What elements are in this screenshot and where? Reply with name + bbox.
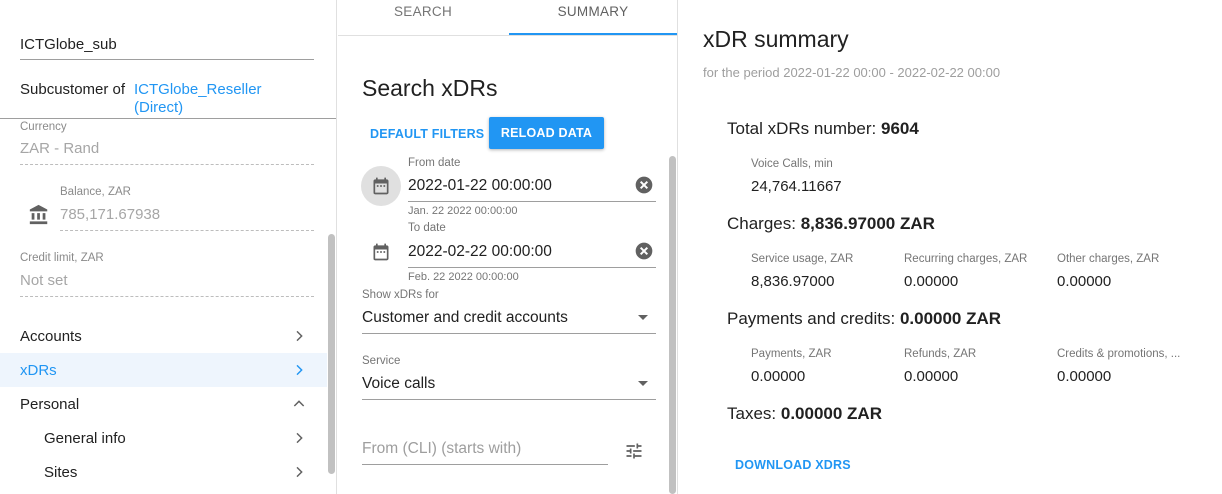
credit-limit-label: Credit limit, ZAR [20,252,104,264]
credit-limit-underline [20,296,314,297]
sidebar-item-accounts[interactable]: Accounts [0,319,327,353]
payments-credits-value: 0.00000 ZAR [899,309,1002,328]
balance-label: Balance, ZAR [60,186,131,198]
sidebar-item-general-info[interactable]: General info [0,421,327,455]
service-underline [362,399,656,400]
currency-underline [20,164,314,165]
credits-promotions-value: 0.00000 [1057,368,1112,385]
from-date-input[interactable]: 2022-01-22 00:00:00 [408,177,552,195]
show-xdrs-for-underline [362,333,656,334]
payments-credits-label: Payments and credits: [727,309,896,328]
dropdown-arrow-icon[interactable] [638,315,648,320]
balance-underline [60,230,314,231]
service-usage-value: 8,836.97000 [751,273,835,290]
sidebar-item-label: Accounts [20,327,82,345]
charges-label: Charges: [727,214,796,233]
dropdown-arrow-icon[interactable] [638,381,648,386]
currency-label: Currency [20,121,67,133]
payments-value: 0.00000 [751,368,806,385]
chevron-right-icon [296,364,303,376]
other-charges-label: Other charges, ZAR [1057,253,1160,265]
recurring-charges-value: 0.00000 [904,273,959,290]
to-date-underline [408,267,656,268]
sidebar-item-label: xDRs [20,361,57,379]
calendar-icon[interactable] [371,242,391,262]
default-filters-button[interactable]: DEFAULT FILTERS [362,119,492,149]
bank-icon [29,204,48,225]
tab-summary[interactable]: SUMMARY [508,0,677,36]
credits-promotions-label: Credits & promotions, ... [1057,348,1181,360]
service-select[interactable]: Voice calls [362,375,435,393]
to-date-hint: Feb. 22 2022 00:00:00 [408,271,519,283]
chevron-right-icon [296,466,303,478]
cli-filter-input[interactable]: From (CLI) (starts with) [362,440,521,458]
download-xdrs-button[interactable]: DOWNLOAD XDRS [735,458,851,472]
to-date-label: To date [408,222,446,234]
voice-calls-label: Voice Calls, min [751,158,833,170]
search-panel: SEARCH SUMMARY Search xDRs DEFAULT FILTE… [338,0,678,494]
summary-title: xDR summary [703,26,849,52]
currency-value: ZAR - Rand [20,140,100,157]
subcustomer-link[interactable]: ICTGlobe_Reseller (Direct) [134,81,304,117]
divider [0,118,336,119]
tab-bar: SEARCH SUMMARY [338,0,677,36]
total-xdrs-row: Total xDRs number: 9604 [727,119,919,139]
subcustomer-label: Subcustomer of [20,81,126,98]
show-xdrs-for-select[interactable]: Customer and credit accounts [362,309,568,327]
taxes-value: 0.00000 ZAR [780,404,882,423]
summary-period: for the period 2022-01-22 00:00 - 2022-0… [703,65,1001,80]
credit-limit-value: Not set [20,272,68,289]
voice-calls-value: 24,764.11667 [751,178,842,195]
cli-filter-underline [362,464,608,465]
service-label: Service [362,355,401,367]
payments-credits-row: Payments and credits: 0.00000 ZAR [727,309,1001,329]
panel-scrollbar[interactable] [669,156,676,494]
page-title: Search xDRs [362,75,498,101]
tab-indicator [509,33,677,35]
balance-value: 785,171.67938 [60,206,161,223]
sidebar-item-label: Personal [20,395,80,413]
reload-data-button[interactable]: RELOAD DATA [489,117,604,149]
to-date-input[interactable]: 2022-02-22 00:00:00 [408,243,552,261]
summary-panel: xDR summary for the period 2022-01-22 00… [679,0,1222,494]
tab-search[interactable]: SEARCH [338,0,508,36]
sidebar-item-label: General info [44,429,126,447]
sidebar-item-personal[interactable]: Personal [0,387,327,421]
clear-icon[interactable] [634,175,654,195]
chevron-right-icon [296,432,303,444]
taxes-row: Taxes: 0.00000 ZAR [727,404,882,424]
sidebar-scrollbar[interactable] [328,234,335,474]
customer-name-underline [20,59,314,60]
recurring-charges-label: Recurring charges, ZAR [904,253,1028,265]
from-date-label: From date [408,157,461,169]
charges-row: Charges: 8,836.97000 ZAR [727,214,935,234]
from-date-hint: Jan. 22 2022 00:00:00 [408,205,518,217]
tune-icon[interactable] [623,441,645,461]
service-usage-label: Service usage, ZAR [751,253,854,265]
left-sidebar: ICTGlobe_sub Subcustomer of ICTGlobe_Res… [0,0,337,494]
chevron-up-icon [293,400,305,407]
total-xdrs-label: Total xDRs number: [727,119,877,138]
calendar-icon[interactable] [371,176,391,196]
charges-value: 8,836.97000 ZAR [800,214,935,233]
refunds-label: Refunds, ZAR [904,348,977,360]
clear-icon[interactable] [634,241,654,261]
payments-label: Payments, ZAR [751,348,832,360]
refunds-value: 0.00000 [904,368,959,385]
taxes-label: Taxes: [727,404,777,423]
customer-name: ICTGlobe_sub [20,36,117,53]
show-xdrs-for-label: Show xDRs for [362,289,439,301]
chevron-right-icon [296,330,303,342]
from-date-underline [408,201,656,202]
sidebar-item-sites[interactable]: Sites [0,455,327,489]
sidebar-item-xdrs[interactable]: xDRs [0,353,327,387]
other-charges-value: 0.00000 [1057,273,1112,290]
sidebar-item-label: Sites [44,463,78,481]
total-xdrs-value: 9604 [881,119,919,138]
